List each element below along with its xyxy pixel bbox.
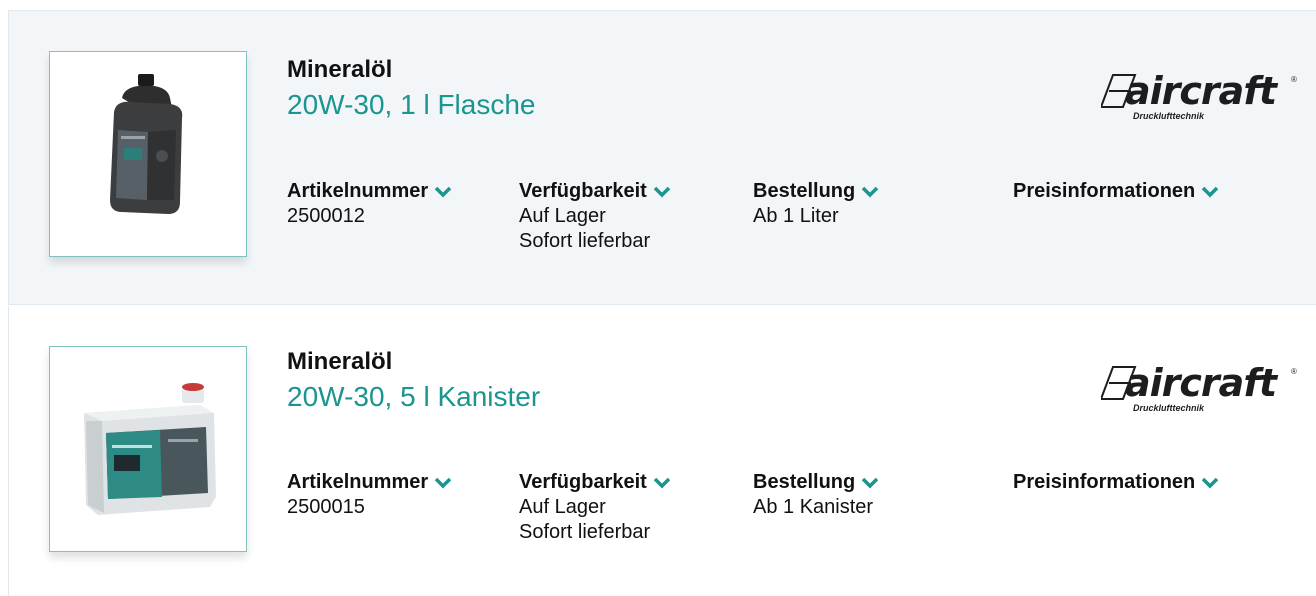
chevron-down-icon <box>862 186 879 197</box>
verfuegbarkeit-toggle[interactable]: Verfügbarkeit <box>519 179 671 204</box>
product-row[interactable]: Mineralöl 20W-30, 1 l Flasche aircraft ®… <box>8 10 1316 305</box>
detail-bestellung: Bestellung Ab 1 Liter <box>753 179 879 229</box>
bestellung-value: Ab 1 Liter <box>753 205 839 227</box>
product-row[interactable]: Mineralöl 20W-30, 5 l Kanister aircraft … <box>8 306 1316 596</box>
detail-verfuegbarkeit: Verfügbarkeit Auf Lager Sofort lieferbar <box>519 470 671 545</box>
product-name: Mineralöl <box>287 348 393 375</box>
verfuegbarkeit-label: Verfügbarkeit <box>519 180 647 202</box>
chevron-down-icon <box>862 477 879 488</box>
bestellung-label: Bestellung <box>753 180 856 202</box>
chevron-down-icon <box>1202 477 1219 488</box>
chevron-down-icon <box>434 477 452 488</box>
verfuegbarkeit-toggle[interactable]: Verfügbarkeit <box>519 470 671 495</box>
chevron-down-icon <box>653 186 671 197</box>
artikelnummer-label: Artikelnummer <box>287 471 429 493</box>
detail-bestellung: Bestellung Ab 1 Kanister <box>753 470 879 520</box>
verfuegbarkeit-status: Auf Lager <box>519 496 606 518</box>
brand-name: aircraft <box>1125 69 1277 113</box>
oil-bottle-image <box>110 74 183 214</box>
registered-mark: ® <box>1291 75 1297 84</box>
product-variant[interactable]: 20W-30, 1 l Flasche <box>287 89 536 121</box>
artikelnummer-value: 2500015 <box>287 496 365 518</box>
product-image-frame[interactable] <box>49 346 247 552</box>
detail-artikelnummer: Artikelnummer 2500012 <box>287 179 452 229</box>
detail-preisinformationen: Preisinformationen <box>1013 470 1219 495</box>
artikelnummer-value: 2500012 <box>287 205 365 227</box>
preisinformationen-toggle[interactable]: Preisinformationen <box>1013 179 1219 204</box>
preisinformationen-toggle[interactable]: Preisinformationen <box>1013 470 1219 495</box>
product-variant[interactable]: 20W-30, 5 l Kanister <box>287 381 540 413</box>
brand-tagline: Drucklufttechnik <box>1133 111 1205 121</box>
bestellung-value: Ab 1 Kanister <box>753 496 874 518</box>
bestellung-toggle[interactable]: Bestellung <box>753 470 879 495</box>
detail-preisinformationen: Preisinformationen <box>1013 179 1219 204</box>
detail-artikelnummer: Artikelnummer 2500015 <box>287 470 452 520</box>
chevron-down-icon <box>434 186 452 197</box>
verfuegbarkeit-delivery: Sofort lieferbar <box>519 521 651 543</box>
preisinformationen-label: Preisinformationen <box>1013 471 1196 493</box>
registered-mark: ® <box>1291 367 1297 376</box>
oil-canister-image <box>84 383 216 515</box>
bestellung-toggle[interactable]: Bestellung <box>753 179 879 204</box>
artikelnummer-toggle[interactable]: Artikelnummer <box>287 179 452 204</box>
brand-tagline: Drucklufttechnik <box>1133 403 1205 413</box>
chevron-down-icon <box>1202 186 1219 197</box>
detail-verfuegbarkeit: Verfügbarkeit Auf Lager Sofort lieferbar <box>519 179 671 254</box>
brand-logo: aircraft ® Drucklufttechnik <box>1101 361 1301 425</box>
artikelnummer-label: Artikelnummer <box>287 180 429 202</box>
verfuegbarkeit-status: Auf Lager <box>519 205 606 227</box>
product-name: Mineralöl <box>287 56 393 83</box>
brand-name: aircraft <box>1125 361 1277 405</box>
brand-logo: aircraft ® Drucklufttechnik <box>1101 69 1301 133</box>
product-image-frame[interactable] <box>49 51 247 257</box>
chevron-down-icon <box>653 477 671 488</box>
bestellung-label: Bestellung <box>753 471 856 493</box>
verfuegbarkeit-label: Verfügbarkeit <box>519 471 647 493</box>
preisinformationen-label: Preisinformationen <box>1013 180 1196 202</box>
verfuegbarkeit-delivery: Sofort lieferbar <box>519 230 651 252</box>
artikelnummer-toggle[interactable]: Artikelnummer <box>287 470 452 495</box>
